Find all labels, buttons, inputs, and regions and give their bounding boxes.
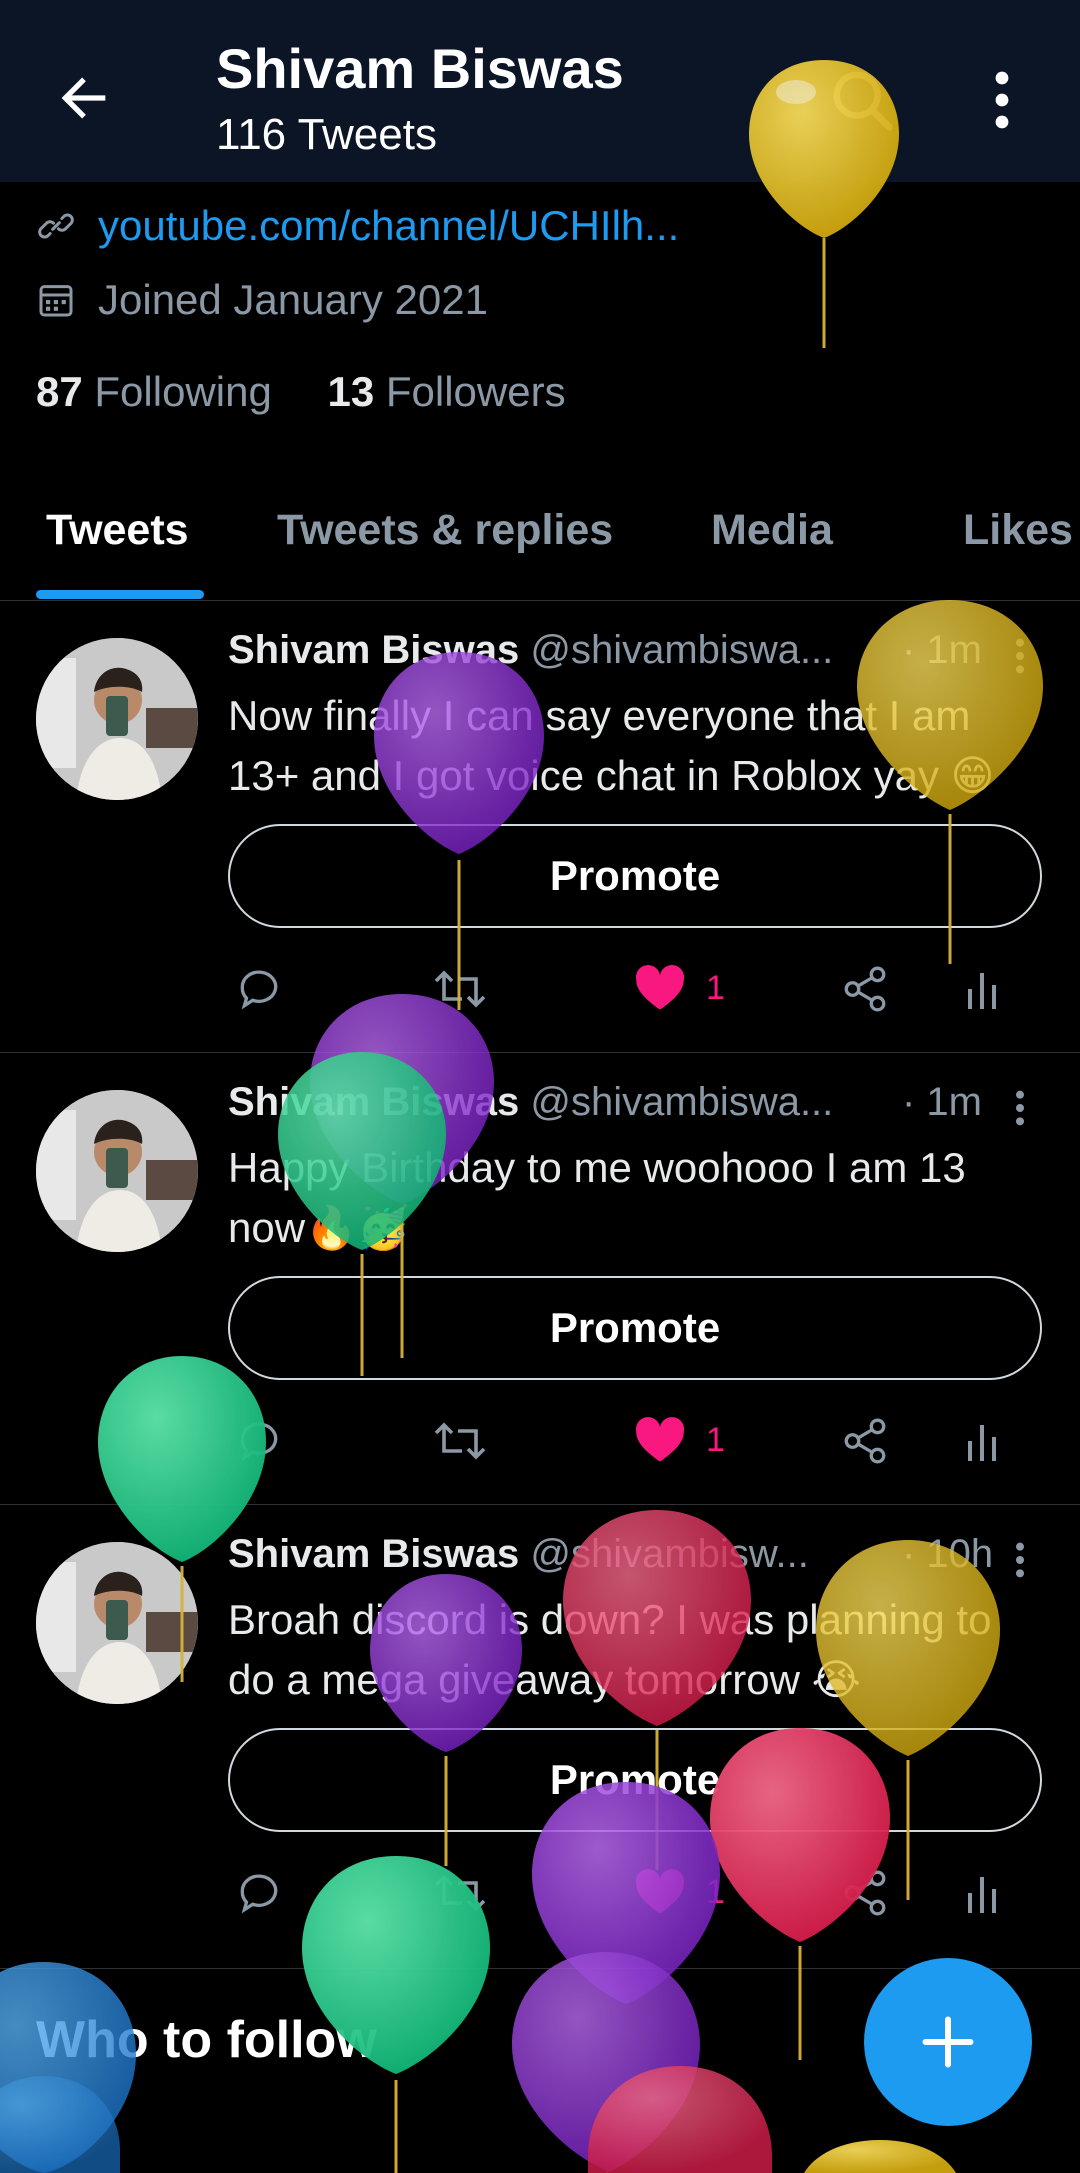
tweet-text: Happy Birthday to me woohooo I am 13 now… — [228, 1144, 966, 1251]
tweet-text: Now finally I can say everyone that I am… — [228, 692, 995, 799]
promote-button[interactable]: Promote — [228, 1728, 1042, 1832]
promote-button[interactable]: Promote — [228, 1276, 1042, 1380]
avatar[interactable] — [36, 1090, 198, 1252]
like-count: 1 — [706, 968, 725, 1007]
profile-link-row[interactable]: youtube.com/channel/UCHIlh... — [36, 202, 679, 250]
joined-row: Joined January 2021 — [36, 276, 488, 324]
like-count: 1 — [706, 1872, 725, 1911]
tweet-more-icon[interactable] — [1010, 1088, 1030, 1128]
tab-likes[interactable]: Likes — [963, 506, 1073, 555]
retweet-button[interactable] — [432, 964, 488, 1014]
tab-media[interactable]: Media — [711, 506, 833, 555]
retweet-button[interactable] — [432, 1416, 488, 1466]
heart-filled-icon — [635, 1869, 685, 1914]
tweet-timestamp: · 1m — [902, 628, 982, 672]
more-options-icon[interactable] — [984, 70, 1020, 130]
who-to-follow-heading: Who to follow — [36, 2011, 377, 2069]
analytics-button[interactable] — [964, 964, 1004, 1014]
tweet-actions: 1 — [228, 1868, 1028, 1932]
tweet-author-name[interactable]: Shivam Biswas — [228, 1080, 519, 1124]
compose-tweet-button[interactable] — [864, 1958, 1032, 2126]
profile-tabs: Tweets Tweets & replies Media Likes — [0, 490, 1080, 601]
reply-icon — [240, 1874, 278, 1914]
following-label: Following — [94, 368, 272, 415]
retweet-icon — [434, 970, 486, 1008]
tweet-timestamp: · 1m — [902, 1080, 982, 1124]
retweet-icon — [434, 1874, 486, 1912]
tweet-actions: 1 — [228, 1416, 1028, 1480]
heart-filled-icon — [635, 965, 685, 1010]
like-count: 1 — [706, 1420, 725, 1459]
tweet-actions: 1 — [228, 964, 1028, 1028]
tab-tweets-and-replies[interactable]: Tweets & replies — [277, 506, 613, 555]
reply-button[interactable] — [234, 1868, 284, 1918]
tweet-item[interactable]: Shivam Biswas @shivambiswa... · 1m Happy… — [0, 1054, 1080, 1505]
heart-filled-icon — [635, 1417, 685, 1462]
reply-button[interactable] — [234, 1416, 284, 1466]
tweet-count: 116 Tweets — [216, 110, 437, 159]
analytics-button[interactable] — [964, 1416, 1004, 1466]
tweet-header: Shivam Biswas @shivambiswa... — [228, 628, 833, 673]
followers-label: Followers — [385, 368, 566, 415]
share-icon — [844, 1870, 886, 1916]
search-icon[interactable] — [828, 66, 898, 136]
active-tab-indicator — [36, 590, 204, 599]
like-button[interactable]: 1 — [634, 1868, 725, 1916]
link-icon — [38, 213, 74, 239]
tweet-timestamp: · 10h — [902, 1532, 994, 1576]
following-count: 87 — [36, 368, 83, 415]
profile-link[interactable]: youtube.com/channel/UCHIlh... — [98, 202, 679, 250]
share-icon — [844, 966, 886, 1012]
tweet-more-icon[interactable] — [1010, 636, 1030, 676]
share-button[interactable] — [840, 964, 890, 1014]
tweet-author-handle[interactable]: @shivambiswa... — [530, 1080, 833, 1124]
tweet-author-name[interactable]: Shivam Biswas — [228, 628, 519, 672]
profile-name-title: Shivam Biswas — [216, 37, 624, 100]
analytics-button[interactable] — [964, 1868, 1004, 1918]
top-app-bar: Shivam Biswas 116 Tweets — [0, 0, 1080, 182]
analytics-icon — [968, 1425, 996, 1461]
share-button[interactable] — [840, 1868, 890, 1918]
tab-tweets[interactable]: Tweets — [46, 506, 189, 555]
reply-icon — [240, 970, 278, 1010]
plus-icon — [922, 2016, 974, 2068]
like-button[interactable]: 1 — [634, 1416, 725, 1464]
joined-date: Joined January 2021 — [98, 276, 488, 323]
share-icon — [844, 1418, 886, 1464]
tweet-header: Shivam Biswas @shivambisw... — [228, 1532, 809, 1577]
reply-icon — [240, 1422, 278, 1462]
retweet-icon — [434, 1422, 486, 1460]
tweet-item[interactable]: Shivam Biswas @shivambisw... · 10h Broah… — [0, 1506, 1080, 1969]
like-button[interactable]: 1 — [634, 964, 725, 1012]
retweet-button[interactable] — [432, 1868, 488, 1918]
tweet-text: Broah discord is down? I was planning to… — [228, 1596, 992, 1703]
tweet-author-handle[interactable]: @shivambiswa... — [530, 628, 833, 672]
analytics-icon — [968, 1877, 996, 1913]
tweet-author-name[interactable]: Shivam Biswas — [228, 1532, 519, 1576]
following-link[interactable]: 87 Following — [36, 368, 272, 415]
tweet-item[interactable]: Shivam Biswas @shivambiswa... · 1m Now f… — [0, 602, 1080, 1053]
back-arrow-icon[interactable] — [52, 66, 116, 130]
tweet-more-icon[interactable] — [1010, 1540, 1030, 1580]
followers-link[interactable]: 13 Followers — [327, 368, 565, 415]
avatar[interactable] — [36, 1542, 198, 1704]
followers-count: 13 — [327, 368, 375, 415]
promote-button[interactable]: Promote — [228, 824, 1042, 928]
share-button[interactable] — [840, 1416, 890, 1466]
reply-button[interactable] — [234, 964, 284, 1014]
follow-stats: 87 Following 13 Followers — [36, 368, 566, 416]
calendar-icon — [39, 285, 73, 317]
tweet-author-handle[interactable]: @shivambisw... — [530, 1532, 808, 1576]
tweet-header: Shivam Biswas @shivambiswa... — [228, 1080, 833, 1125]
avatar[interactable] — [36, 638, 198, 800]
analytics-icon — [968, 973, 996, 1009]
